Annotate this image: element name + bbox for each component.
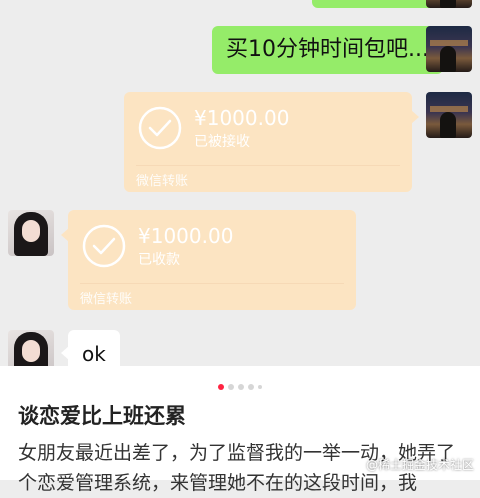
transfer-amount: ¥1000.00 [194, 106, 290, 130]
message-text: 买10分钟时间包吧... [226, 37, 429, 62]
carousel-dot[interactable] [258, 384, 262, 389]
transfer-footer: 微信转账 [136, 174, 189, 189]
chat-area[interactable]: 买10分钟时间包吧... ¥1000.00 已被接收 微信转账 ¥1000.00… [0, 0, 480, 366]
carousel-dot[interactable] [228, 383, 234, 390]
previous-message-bubble[interactable] [312, 0, 440, 8]
my-avatar[interactable] [426, 26, 472, 72]
carousel-indicator[interactable] [0, 376, 480, 390]
watermark: @稀土掘金技术社区 [365, 458, 474, 472]
post-title: 谈恋爱比上班还累 [18, 404, 186, 428]
check-circle-icon [82, 224, 126, 268]
my-avatar[interactable] [426, 92, 472, 138]
divider [80, 283, 344, 284]
transfer-status: 已收款 [138, 252, 180, 268]
transfer-status: 已被接收 [194, 134, 250, 150]
divider [136, 165, 400, 166]
check-circle-icon [138, 106, 182, 150]
message-bubble[interactable]: ok [61, 330, 120, 366]
carousel-dot[interactable] [238, 383, 244, 390]
contact-avatar[interactable] [8, 210, 54, 256]
message-bubble[interactable]: 买10分钟时间包吧... [212, 26, 450, 74]
message-text: ok [82, 342, 106, 366]
transfer-amount: ¥1000.00 [138, 224, 234, 248]
transfer-footer: 微信转账 [80, 292, 133, 307]
transfer-card[interactable]: ¥1000.00 已收款 微信转账 [61, 210, 356, 310]
contact-avatar[interactable] [8, 330, 54, 366]
carousel-dot[interactable] [248, 383, 254, 390]
carousel-dot[interactable] [218, 383, 224, 390]
my-avatar[interactable] [426, 0, 472, 8]
transfer-card[interactable]: ¥1000.00 已被接收 微信转账 [124, 92, 419, 192]
